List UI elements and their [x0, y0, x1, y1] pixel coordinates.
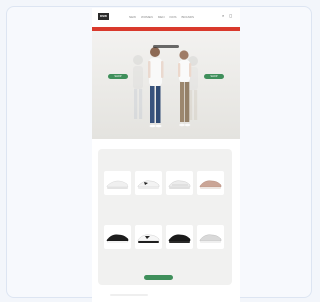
menu-item-brands[interactable]: BRANDS [182, 15, 195, 19]
sneaker-dark-icon [168, 234, 191, 243]
product-grid [104, 171, 226, 269]
bottom-preview-line [110, 294, 148, 296]
menu-item-new[interactable]: NEW [129, 15, 136, 19]
sneaker-black-icon [106, 234, 129, 243]
product-card[interactable] [197, 225, 224, 269]
best-sellers-section [98, 149, 232, 285]
search-icon[interactable]: ⌕ [222, 14, 226, 18]
product-image [135, 225, 162, 249]
product-image [135, 171, 162, 195]
product-image [166, 225, 193, 249]
product-card[interactable] [104, 171, 131, 215]
menu-item-women[interactable]: WOMEN [141, 15, 153, 19]
product-image [197, 171, 224, 195]
menu: NEW WOMEN MEN KIDS BRANDS [129, 15, 194, 19]
product-card[interactable] [135, 225, 162, 269]
bag-icon[interactable]: ◻ [229, 14, 233, 18]
product-card[interactable] [197, 171, 224, 215]
top-navigation: DSW NEW WOMEN MEN KIDS BRANDS ⌕ ◻ [92, 8, 240, 26]
product-card[interactable] [166, 225, 193, 269]
hero-right-button[interactable]: SHOP [204, 74, 224, 79]
page: DSW NEW WOMEN MEN KIDS BRANDS ⌕ ◻ SHOP S… [92, 8, 240, 302]
logo[interactable]: DSW [98, 13, 109, 20]
product-card[interactable] [166, 171, 193, 215]
product-image [104, 225, 131, 249]
sneaker-grey-icon [168, 180, 191, 189]
menu-item-kids[interactable]: KIDS [170, 15, 177, 19]
sneaker-brown-icon [199, 180, 222, 189]
product-image [197, 225, 224, 249]
sneaker-white-icon [106, 180, 129, 189]
product-image [104, 171, 131, 195]
hero-caption [144, 45, 188, 49]
menu-item-men[interactable]: MEN [158, 15, 165, 19]
section-button[interactable] [144, 275, 173, 280]
hero-left-button[interactable]: SHOP [108, 74, 128, 79]
sneaker-light-grey-icon [199, 234, 222, 243]
sneaker-black-white-icon [137, 180, 160, 189]
product-image [166, 171, 193, 195]
bottom-preview-card [98, 288, 160, 300]
product-card[interactable] [104, 225, 131, 269]
hero-banner: SHOP SHOP [92, 31, 240, 139]
product-card[interactable] [135, 171, 162, 215]
sneaker-white-black-icon [137, 234, 160, 243]
